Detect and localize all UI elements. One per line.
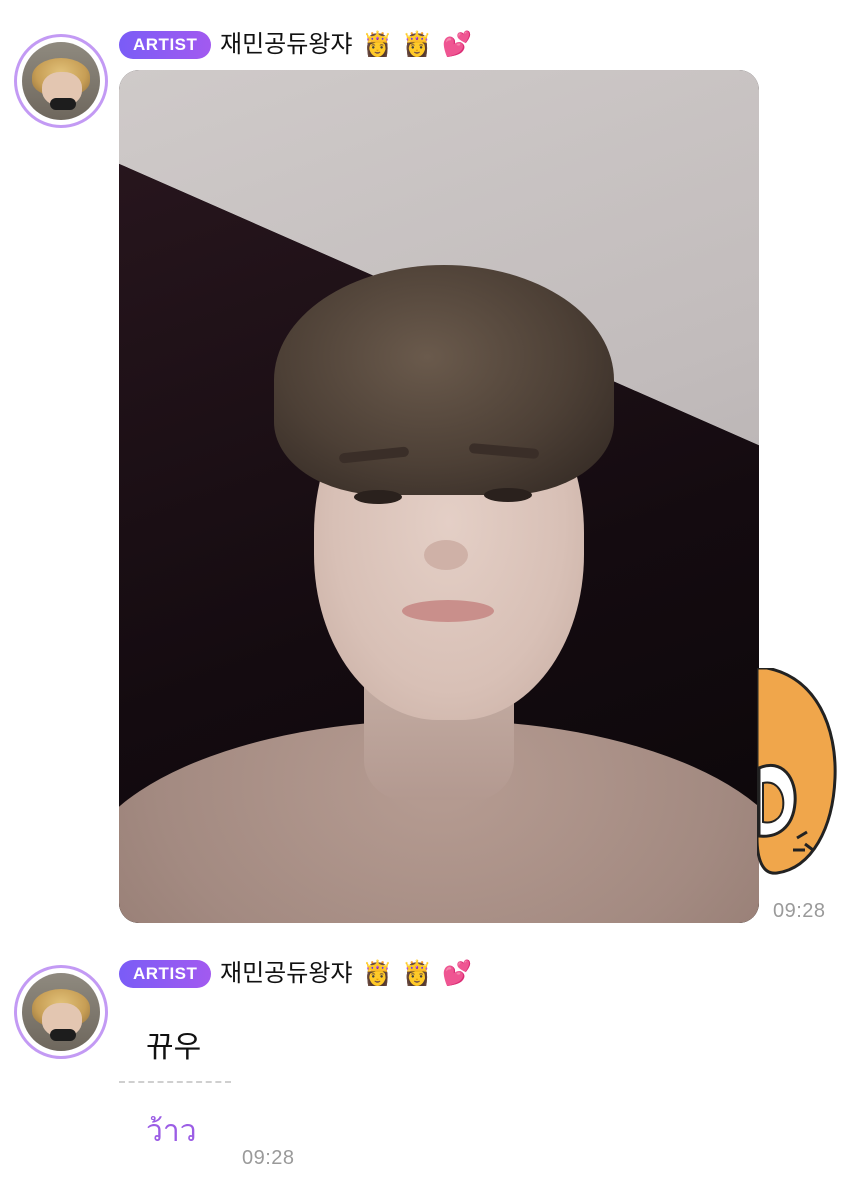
princess-emoji-icon: 👸 (402, 31, 433, 58)
sender-name-text: 재민공듀왕쟈 (220, 31, 353, 58)
artist-badge: ARTIST (119, 960, 212, 988)
message-text[interactable]: 뀨우 (146, 1022, 201, 1066)
princess-emoji-icon: 👸 (362, 31, 393, 58)
princess-emoji-icon: 👸 (362, 960, 393, 987)
avatar-photo (22, 973, 100, 1051)
sender-name[interactable]: 재민공듀왕쟈 👸 👸 💕 (220, 959, 472, 989)
hearts-emoji-icon: 💕 (442, 31, 473, 58)
hearts-emoji-icon: 💕 (442, 960, 473, 987)
sender-name-text: 재민공듀왕쟈 (220, 960, 353, 987)
princess-emoji-icon: 👸 (402, 960, 433, 987)
sender-avatar[interactable] (14, 965, 108, 1059)
sender-avatar[interactable] (14, 34, 108, 128)
sender-name[interactable]: 재민공듀왕쟈 👸 👸 💕 (220, 30, 472, 60)
avatar-photo (22, 42, 100, 120)
message-photo[interactable] (119, 70, 759, 923)
message-timestamp: 09:28 (242, 1147, 295, 1169)
sticker-image[interactable] (757, 668, 858, 878)
message-timestamp: 09:28 (773, 900, 826, 922)
artist-badge: ARTIST (119, 31, 212, 59)
translated-text[interactable]: ว้าว (146, 1108, 197, 1155)
translation-divider (119, 1081, 231, 1083)
